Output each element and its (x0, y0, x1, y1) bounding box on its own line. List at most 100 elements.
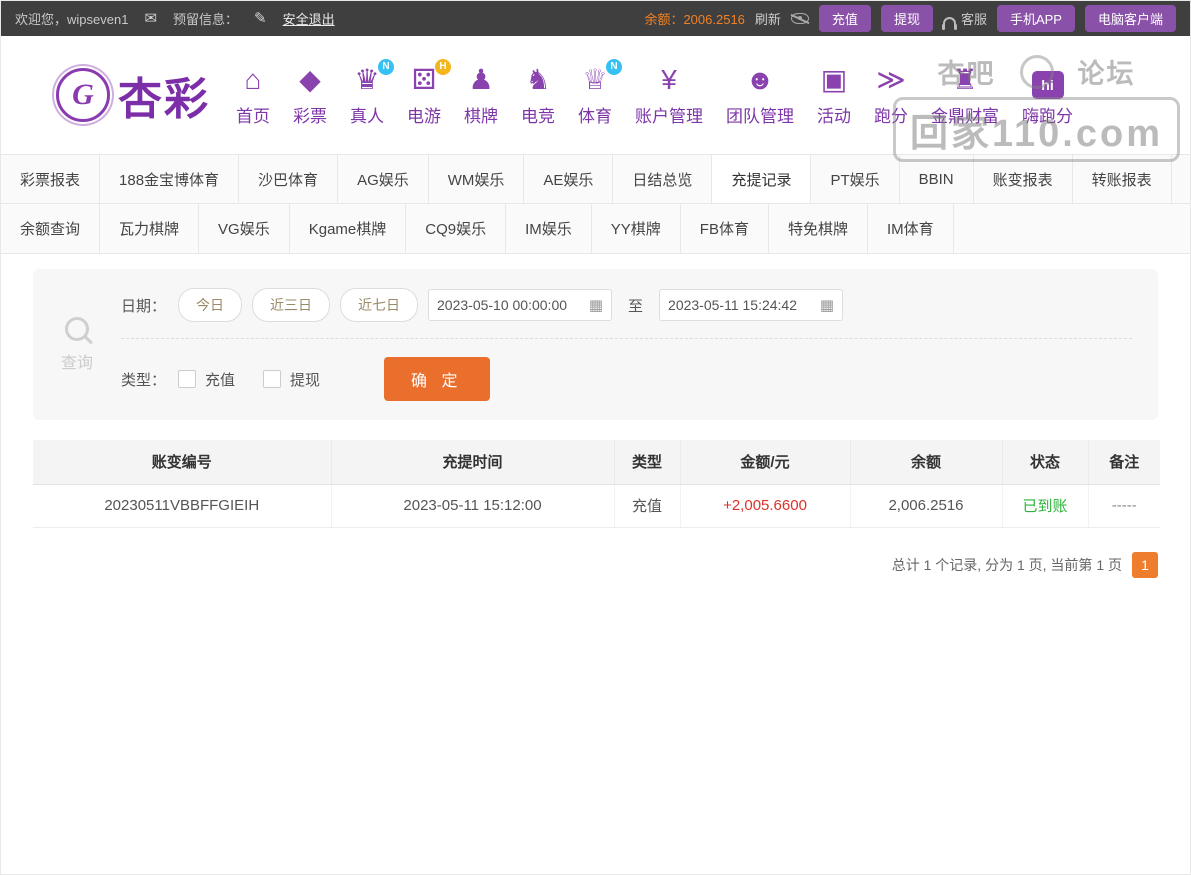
type-label: 类型： (121, 371, 167, 389)
tab-item[interactable]: 瓦力棋牌 (100, 204, 200, 253)
tab-item[interactable]: IM体育 (868, 204, 954, 253)
nav-item-golden-wealth[interactable]: ♜ 金鼎财富 (931, 63, 999, 127)
recharge-button[interactable]: 充值 (818, 5, 871, 32)
to-label: 至 (628, 297, 644, 315)
lottery-icon: ◆ (299, 64, 321, 95)
tab-item[interactable]: PT娱乐 (811, 155, 900, 203)
nav-item-home[interactable]: ⌂ 首页 (236, 63, 270, 127)
checkbox-icon[interactable] (178, 370, 197, 388)
quick-ranges: 今日 近三日 近七日 (178, 288, 419, 322)
tab-item[interactable]: 沙巴体育 (239, 155, 339, 203)
brand-logo-icon: G (56, 68, 110, 122)
pagination-summary: 总计 1 个记录, 分为 1 页, 当前第 1 页 (891, 556, 1122, 573)
tab-item[interactable]: 账变报表 (974, 155, 1073, 203)
quick-range-button[interactable]: 近三日 (252, 288, 331, 322)
type-filter-row: 类型： 充值 提现 确 定 (121, 351, 1132, 407)
type-options: 充值 提现 (178, 369, 348, 390)
column-header: 状态 (1002, 440, 1089, 485)
nav-label: 真人 (350, 107, 384, 126)
nav-item-activity-gift[interactable]: ▣ 活动 (817, 63, 851, 127)
column-header: 余额 (850, 440, 1003, 485)
header: G 杏彩 ⌂ 首页 ◆ 彩票 ♛ N 真人 ⚄ H 电游 ♟ 棋牌 ♞ 电竞 ♕ N 体育 ¥ 账户管理 ☻ 团队管理 ▣… (1, 36, 1190, 162)
tab-item[interactable]: WM娱乐 (429, 155, 525, 203)
tab-item[interactable]: 彩票报表 (1, 155, 101, 203)
nav-item-team-manage[interactable]: ☻ 团队管理 (726, 63, 794, 127)
tabs-row-1: 彩票报表 188金宝博体育 沙巴体育 AG娱乐 WM娱乐 AE娱乐 日结总览 充提记录 PT娱乐… (1, 155, 1190, 204)
filter-panel: 查询 日期： 今日 近三日 近七日 2023-05-10 00:00:00 ▦ 至 … (33, 269, 1158, 420)
badge-n-icon: N (606, 59, 622, 75)
confirm-button[interactable]: 确 定 (384, 357, 490, 401)
pagination: 总计 1 个记录, 分为 1 页, 当前第 1 页 1 (33, 551, 1158, 578)
withdraw-button[interactable]: 提现 (880, 5, 933, 32)
tab-item[interactable]: 188金宝博体育 (100, 155, 240, 203)
quick-range-button[interactable]: 近七日 (340, 288, 419, 322)
edit-icon[interactable]: ✎ (254, 11, 267, 26)
tab-item[interactable]: CQ9娱乐 (406, 204, 507, 253)
cell-time: 2023-05-11 15:12:00 (331, 484, 615, 528)
customer-service[interactable]: 客服 (941, 9, 987, 30)
cell-status: 已到账 (1002, 484, 1089, 528)
tab-item[interactable]: YY棋牌 (592, 204, 681, 253)
date-from-input[interactable]: 2023-05-10 00:00:00 ▦ (428, 289, 613, 321)
date-from-value: 2023-05-10 00:00:00 (437, 297, 568, 313)
date-to-input[interactable]: 2023-05-11 15:24:42 ▦ (659, 289, 844, 321)
customer-service-label: 客服 (960, 12, 987, 27)
balance-text: 余额：2006.2516 (644, 9, 744, 28)
page-button-1[interactable]: 1 (1132, 551, 1158, 578)
envelope-icon[interactable]: ✉ (144, 11, 157, 26)
nav-label: 首页 (236, 107, 270, 126)
nav-label: 电游 (407, 107, 441, 126)
type-checkbox[interactable]: 提现 (263, 369, 320, 390)
table-header-row: 账变编号 充提时间 类型 金额/元 余额 状态 备注 (33, 440, 1160, 485)
date-filter-row: 日期： 今日 近三日 近七日 2023-05-10 00:00:00 ▦ 至 202… (121, 282, 1132, 339)
tab-item[interactable]: 特免棋牌 (769, 204, 868, 253)
nav-item-hi-paofen[interactable]: hi 嗨跑分 (1022, 66, 1073, 127)
mobile-app-button[interactable]: 手机APP (996, 5, 1075, 32)
eye-off-icon[interactable] (790, 13, 809, 24)
nav-label: 彩票 (293, 107, 327, 126)
live-casino-icon: ♛ N (352, 59, 394, 99)
refresh-button[interactable]: 刷新 (755, 9, 781, 28)
nav-item-sports-trophy[interactable]: ♕ N 体育 (578, 59, 622, 127)
checkbox-icon[interactable] (263, 370, 282, 388)
calendar-icon[interactable]: ▦ (820, 296, 834, 314)
team-manage-icon: ☻ (745, 64, 775, 95)
nav-item-slot-games[interactable]: ⚄ H 电游 (407, 59, 451, 127)
tab-item[interactable]: 日结总览 (613, 155, 713, 203)
table-body: 20230511VBBFFGIEIH 2023-05-11 15:12:00 充值 +… (33, 484, 1160, 528)
nav-item-paofen[interactable]: ≫ 跑分 (874, 63, 908, 127)
tab-item[interactable]: 返点总额 (1172, 155, 1190, 203)
nav-item-lottery[interactable]: ◆ 彩票 (293, 63, 327, 127)
slot-games-icon: ⚄ H (409, 59, 451, 99)
tab-item[interactable]: BBIN (900, 155, 974, 203)
golden-wealth-icon: ♜ (952, 64, 978, 95)
tab-item[interactable]: AG娱乐 (338, 155, 429, 203)
tab-item[interactable]: 充提记录 (712, 155, 812, 203)
checkbox-label: 提现 (290, 371, 321, 389)
tab-item[interactable]: Kgame棋牌 (290, 204, 407, 253)
calendar-icon[interactable]: ▦ (589, 296, 603, 314)
tab-item[interactable]: AE娱乐 (524, 155, 614, 203)
date-to-value: 2023-05-11 15:24:42 (668, 297, 797, 313)
nav-label: 账户管理 (635, 107, 703, 126)
column-header: 充提时间 (331, 440, 615, 485)
tab-item[interactable]: VG娱乐 (199, 204, 290, 253)
table-row: 20230511VBBFFGIEIH 2023-05-11 15:12:00 充值 +… (33, 484, 1160, 528)
page: 欢迎您，wipseven1 ✉ 预留信息： ✎ 安全退出 余额：2006.251… (0, 0, 1191, 875)
logout-link[interactable]: 安全退出 (283, 9, 335, 28)
balance-value: 2006.2516 (683, 12, 745, 27)
quick-range-button[interactable]: 今日 (178, 288, 243, 322)
pc-client-button[interactable]: 电脑客户端 (1084, 5, 1176, 32)
tab-item[interactable]: FB体育 (681, 204, 769, 253)
account-manage-icon: ¥ (661, 64, 677, 95)
type-checkbox[interactable]: 充值 (178, 369, 235, 390)
nav-item-esports[interactable]: ♞ 电竞 (521, 63, 555, 127)
brand-logo[interactable]: G 杏彩 (56, 63, 210, 127)
tab-item[interactable]: 余额查询 (1, 204, 101, 253)
nav-item-chess-cards[interactable]: ♟ 棋牌 (464, 63, 498, 127)
tab-item[interactable]: IM娱乐 (506, 204, 592, 253)
nav-item-live-casino[interactable]: ♛ N 真人 (350, 59, 394, 127)
tab-item[interactable]: 转账报表 (1073, 155, 1172, 203)
nav-item-account-manage[interactable]: ¥ 账户管理 (635, 63, 703, 127)
chess-cards-icon: ♟ (468, 64, 494, 95)
